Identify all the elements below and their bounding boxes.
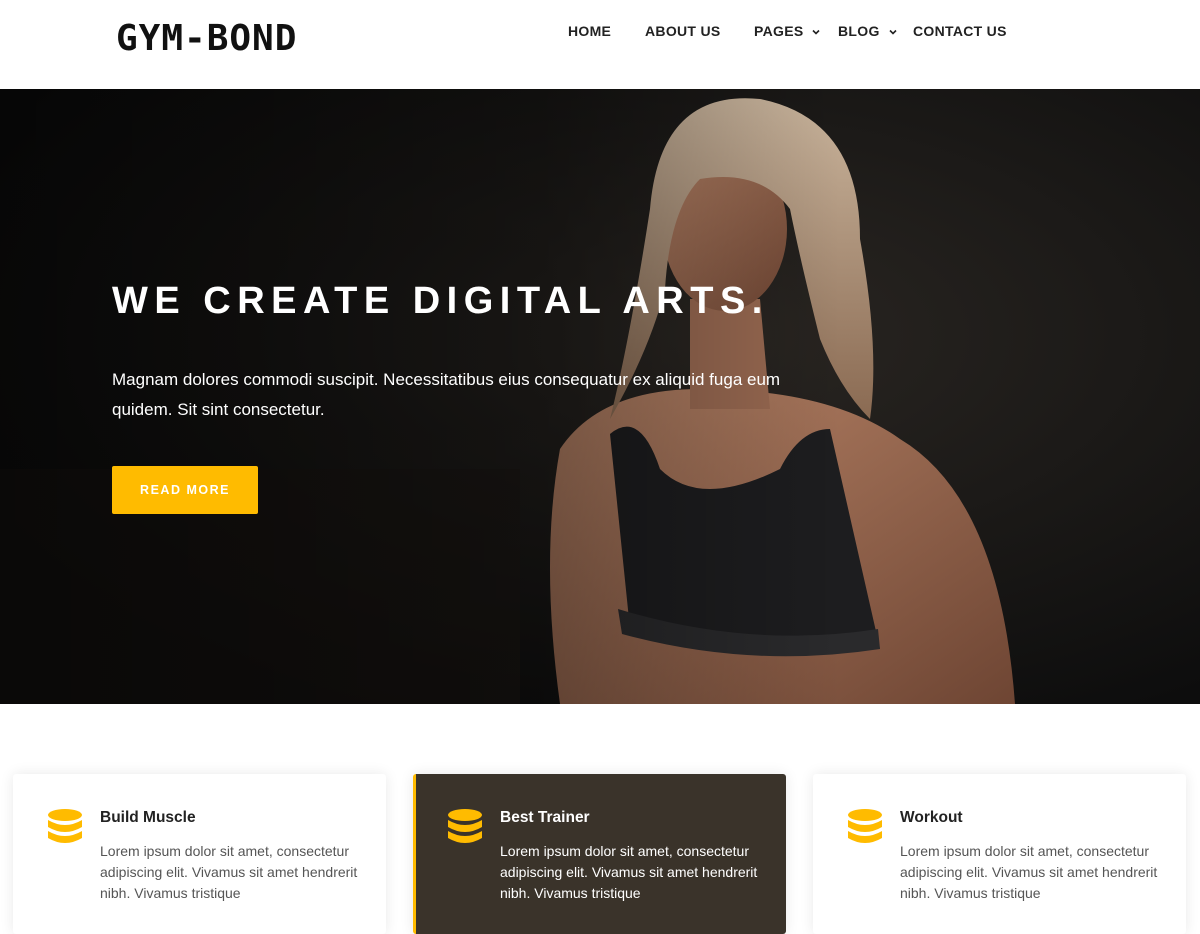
nav-item-contact-us[interactable]: CONTACT US bbox=[913, 22, 1007, 40]
nav-label: BLOG bbox=[838, 23, 880, 39]
feature-title: Best Trainer bbox=[500, 809, 590, 826]
feature-text: Lorem ipsum dolor sit amet, consectetur … bbox=[500, 843, 758, 901]
nav-label: HOME bbox=[568, 23, 612, 39]
feature-text: Lorem ipsum dolor sit amet, consectetur … bbox=[900, 843, 1158, 901]
feature-title: Workout bbox=[900, 809, 963, 826]
nav-item-about-us[interactable]: ABOUT US bbox=[645, 22, 721, 40]
nav-label: ABOUT US bbox=[645, 23, 721, 39]
hero-title: WE CREATE DIGITAL ARTS. bbox=[112, 280, 769, 322]
database-icon bbox=[448, 809, 482, 843]
database-icon bbox=[48, 809, 82, 843]
main-nav: HOME ABOUT US PAGES BLOG CONTACT US bbox=[0, 22, 1200, 42]
feature-card-build-muscle[interactable]: Build Muscle Lorem ipsum dolor sit amet,… bbox=[13, 774, 386, 934]
chevron-down-icon bbox=[888, 27, 898, 37]
feature-card-best-trainer[interactable]: Best Trainer Lorem ipsum dolor sit amet,… bbox=[413, 774, 786, 934]
feature-card-workout[interactable]: Workout Lorem ipsum dolor sit amet, cons… bbox=[813, 774, 1186, 934]
read-more-button[interactable]: READ MORE bbox=[112, 466, 258, 514]
hero-banner: WE CREATE DIGITAL ARTS. Magnam dolores c… bbox=[0, 89, 1200, 704]
features-section: Build Muscle Lorem ipsum dolor sit amet,… bbox=[0, 704, 1200, 934]
nav-label: CONTACT US bbox=[913, 23, 1007, 39]
chevron-down-icon bbox=[811, 27, 821, 37]
hero-text: Magnam dolores commodi suscipit. Necessi… bbox=[112, 370, 781, 419]
database-icon bbox=[848, 809, 882, 843]
site-header: GYM-BOND HOME ABOUT US PAGES BLOG CONTAC… bbox=[0, 0, 1200, 89]
feature-title: Build Muscle bbox=[100, 809, 196, 826]
nav-item-pages[interactable]: PAGES bbox=[754, 22, 821, 40]
feature-text: Lorem ipsum dolor sit amet, consectetur … bbox=[100, 843, 358, 901]
nav-item-home[interactable]: HOME bbox=[568, 22, 611, 40]
nav-label: PAGES bbox=[754, 23, 804, 39]
nav-item-blog[interactable]: BLOG bbox=[838, 22, 898, 40]
